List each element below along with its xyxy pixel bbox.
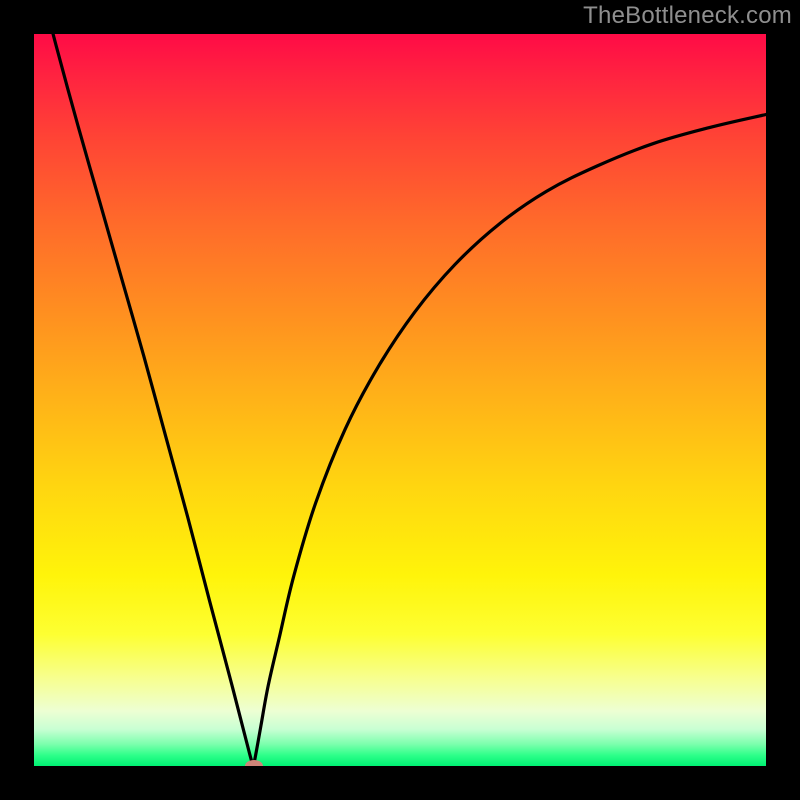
chart-frame: TheBottleneck.com [0, 0, 800, 800]
plot-area [34, 34, 766, 766]
minimum-marker [245, 760, 263, 766]
bottleneck-curve [34, 34, 766, 766]
watermark-text: TheBottleneck.com [583, 2, 792, 30]
